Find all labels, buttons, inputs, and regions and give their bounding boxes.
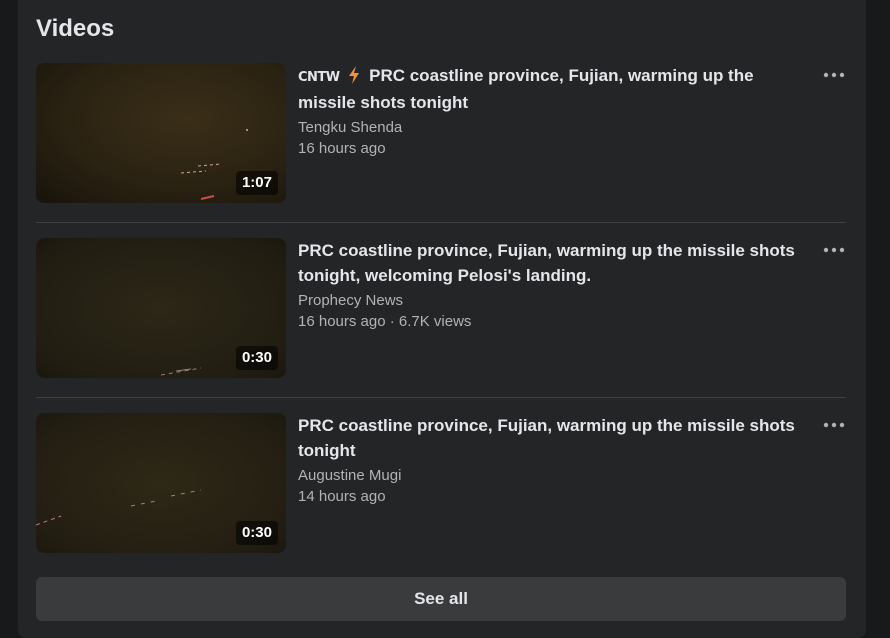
channel-logo: CNTW	[298, 70, 340, 85]
video-duration: 0:30	[235, 346, 278, 370]
video-meta: 16 hours ago	[298, 140, 386, 157]
video-item: 1:07 CNTW PRC coastline province, Fujian…	[36, 63, 846, 203]
video-title[interactable]: PRC coastline province, Fujian, warming …	[298, 413, 798, 463]
video-title: PRC coastline province, Fujian, warming …	[298, 66, 754, 112]
video-item: 0:30 PRC coastline province, Fujian, war…	[36, 238, 846, 378]
section-title: Videos	[36, 15, 115, 42]
divider	[36, 397, 846, 398]
video-duration: 0:30	[235, 521, 278, 545]
video-title-line[interactable]: CNTW PRC coastline province, Fujian, war…	[298, 63, 798, 115]
video-thumbnail[interactable]: 0:30	[36, 238, 286, 378]
video-author[interactable]: Augustine Mugi	[298, 465, 798, 486]
video-meta: 14 hours ago	[298, 488, 386, 505]
video-item: 0:30 PRC coastline province, Fujian, war…	[36, 413, 846, 553]
more-options-icon[interactable]	[822, 415, 846, 435]
video-author[interactable]: Tengku Shenda	[298, 117, 798, 138]
see-all-button[interactable]: See all	[36, 577, 846, 621]
video-duration: 1:07	[235, 171, 278, 195]
divider	[36, 222, 846, 223]
video-info: PRC coastline province, Fujian, warming …	[298, 413, 798, 507]
video-info: CNTW PRC coastline province, Fujian, war…	[298, 63, 798, 159]
video-info: PRC coastline province, Fujian, warming …	[298, 238, 798, 332]
more-options-icon[interactable]	[822, 240, 846, 260]
video-thumbnail[interactable]: 1:07	[36, 63, 286, 203]
more-options-icon[interactable]	[822, 65, 846, 85]
lightning-bolt-icon	[349, 66, 360, 84]
videos-card: Videos 1:07 CNTW PRC coastline province,…	[18, 0, 866, 638]
video-meta: 16 hours ago · 6.7K views	[298, 313, 472, 330]
video-author[interactable]: Prophecy News	[298, 290, 798, 311]
video-title[interactable]: PRC coastline province, Fujian, warming …	[298, 238, 798, 288]
video-thumbnail[interactable]: 0:30	[36, 413, 286, 553]
